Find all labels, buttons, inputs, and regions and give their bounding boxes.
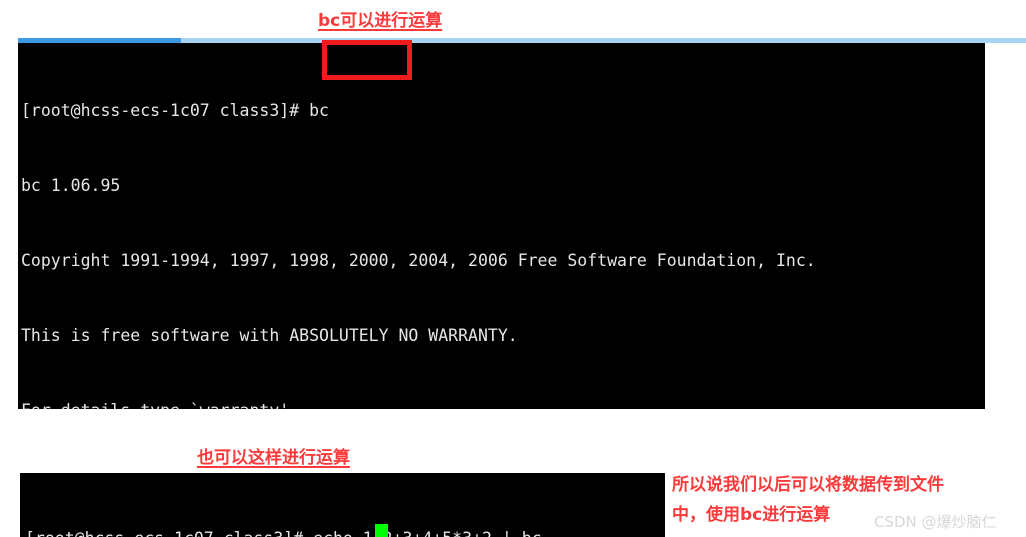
terminal-line: For details type `warranty'. xyxy=(21,398,985,409)
terminal-secondary[interactable]: [root@hcss-ecs-1c07 class3]# echo 1+2+3+… xyxy=(20,473,665,537)
terminal-main[interactable]: [root@hcss-ecs-1c07 class3]# bc bc 1.06.… xyxy=(18,43,985,409)
terminal-cursor-secondary xyxy=(375,524,388,537)
terminal-line: [root@hcss-ecs-1c07 class3]# bc xyxy=(21,101,329,120)
highlight-box-bc-command xyxy=(322,40,412,80)
annotation-middle-also-can-calculate: 也可以这样进行运算 xyxy=(197,448,350,468)
annotation-top-bc-can-calculate: bc可以进行运算 xyxy=(318,11,443,31)
terminal-line: bc 1.06.95 xyxy=(21,176,121,195)
annotation-right-line-1: 所以说我们以后可以将数据传到文件 xyxy=(672,475,944,495)
terminal-line: This is free software with ABSOLUTELY NO… xyxy=(21,326,518,345)
annotation-right-line-2: 中，使用bc进行运算 xyxy=(672,505,831,525)
csdn-watermark: CSDN @爆炒脑仁 xyxy=(874,513,997,531)
terminal-line: [root@hcss-ecs-1c07 class3]# echo 1+2+3+… xyxy=(25,526,665,537)
terminal-line: Copyright 1991-1994, 1997, 1998, 2000, 2… xyxy=(21,251,816,270)
